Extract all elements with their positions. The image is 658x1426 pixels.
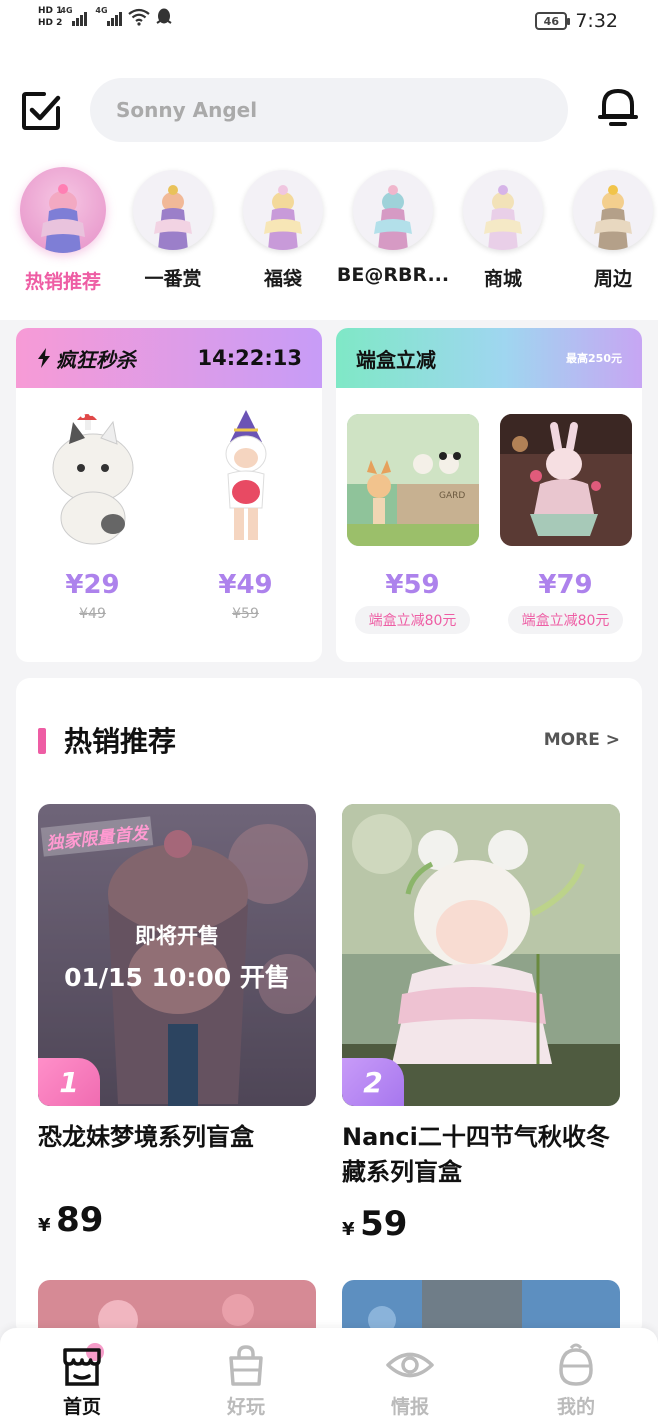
nav-home[interactable]: 首页 — [22, 1340, 142, 1419]
sale-price: ¥29 — [65, 570, 120, 600]
nav-news[interactable]: 情报 — [350, 1340, 470, 1419]
category-luckybag[interactable]: 福袋 — [228, 170, 338, 291]
search-input[interactable]: Sonny Angel — [90, 78, 568, 142]
signal-icon-1: 4G — [60, 6, 88, 26]
box-discount-note: 最高250元 — [566, 352, 622, 365]
more-link[interactable]: MORE > — [544, 730, 620, 750]
category-row: 热销推荐 一番赏 福袋 BE@RBR... 商城 周边 — [0, 167, 658, 310]
nav-fun[interactable]: 好玩 — [186, 1340, 306, 1419]
product-price: ¥ 59 — [342, 1204, 408, 1244]
rank-badge: 2 — [342, 1058, 404, 1106]
category-image — [20, 167, 106, 253]
clock: 7:32 — [575, 10, 618, 32]
hot-recommend-section: 热销推荐 MORE > 独家限量首发 即将开售 01/15 10:00 开售 1… — [16, 678, 642, 1338]
rank-badge: 1 — [38, 1058, 100, 1106]
bottom-nav: 首页 好玩 情报 我的 — [0, 1328, 658, 1426]
discount-badge: 端盒立减80元 — [354, 606, 471, 634]
shop-icon — [63, 1343, 104, 1386]
lightning-icon — [38, 348, 50, 368]
sale-price: ¥59 — [385, 570, 440, 600]
battery-icon: 46 — [535, 12, 571, 30]
flash-sale-item[interactable]: ¥29 ¥49 — [26, 408, 160, 622]
product-price: ¥ 89 — [38, 1200, 104, 1240]
nav-label: 好玩 — [226, 1396, 265, 1418]
box-discount-header: 端盒立减 最高250元 — [336, 328, 642, 388]
qq-icon — [156, 8, 172, 24]
product-image — [499, 414, 632, 546]
category-hot[interactable]: 热销推荐 — [8, 167, 118, 294]
discount-badge: 端盒立减80元 — [507, 606, 624, 634]
category-image — [243, 170, 323, 250]
category-label: 一番赏 — [144, 268, 202, 290]
category-image — [353, 170, 433, 250]
profile-icon — [559, 1343, 593, 1386]
notification-bell-icon[interactable] — [596, 86, 640, 132]
product-name: Nanci二十四节气秋收冬藏系列盲盒 — [342, 1123, 610, 1186]
product-image: 2 — [342, 804, 620, 1106]
section-accent-bar — [38, 728, 46, 754]
original-price: ¥49 — [79, 606, 106, 622]
original-price: ¥59 — [232, 606, 259, 622]
nav-label: 我的 — [556, 1396, 595, 1418]
flash-sale-title: 疯狂秒杀 — [56, 347, 136, 372]
category-mall[interactable]: 商城 — [448, 170, 558, 291]
sale-price: ¥49 — [218, 570, 273, 600]
category-bearbrick[interactable]: BE@RBR... — [336, 170, 450, 286]
sale-price: ¥79 — [538, 570, 593, 600]
category-ichiban[interactable]: 一番赏 — [118, 170, 228, 291]
product-image — [186, 408, 306, 548]
box-discount-title: 端盒立减 — [356, 347, 436, 372]
sale-time-label: 01/15 10:00 开售 — [64, 963, 290, 992]
category-merch[interactable]: 周边 — [558, 170, 658, 291]
section-title: 热销推荐 — [64, 725, 177, 758]
coming-soon-label: 即将开售 — [135, 924, 219, 948]
box-discount-item[interactable]: ¥79 端盒立减80元 — [499, 414, 633, 634]
shopping-bag-icon — [229, 1345, 263, 1386]
nav-label: 情报 — [390, 1396, 429, 1418]
flash-sale-item[interactable]: ¥49 ¥59 — [179, 408, 313, 622]
category-label: 商城 — [483, 268, 522, 290]
hd-indicator-2: HD 2 — [38, 18, 63, 28]
category-label: 周边 — [593, 268, 632, 290]
product-name: 恐龙妹梦境系列盲盒 — [38, 1123, 254, 1151]
wifi-icon — [128, 8, 151, 26]
category-image — [573, 170, 653, 250]
flash-sale-header: 疯狂秒杀 14:22:13 — [16, 328, 322, 388]
box-discount-card[interactable]: 端盒立减 最高250元 GARD ¥59 端盒立减80元 ¥79 端盒立减80元 — [336, 328, 642, 662]
header: Sonny Angel 热销推荐 一番赏 福袋 BE@RBR... 商城 周边 — [0, 48, 658, 320]
product-image: GARD — [346, 414, 479, 546]
product-image: 独家限量首发 即将开售 01/15 10:00 开售 1 — [38, 804, 316, 1106]
box-discount-item[interactable]: GARD ¥59 端盒立减80元 — [346, 414, 480, 634]
product-card[interactable]: 独家限量首发 即将开售 01/15 10:00 开售 1 恐龙妹梦境系列盲盒 — [38, 804, 316, 1155]
category-label: 热销推荐 — [24, 271, 101, 293]
category-label: BE@RBR... — [336, 264, 450, 286]
category-image — [133, 170, 213, 250]
eye-icon — [386, 1352, 434, 1378]
countdown-timer: 14:22:13 — [197, 346, 302, 370]
hd-indicator-1: HD 1 — [38, 6, 63, 16]
product-image — [33, 408, 153, 548]
nav-label: 首页 — [62, 1396, 101, 1418]
category-label: 福袋 — [263, 268, 302, 290]
status-left: HD 1 HD 2 4G 4G — [38, 6, 172, 28]
signal-icon-2: 4G — [95, 6, 123, 26]
nav-me[interactable]: 我的 — [516, 1340, 636, 1419]
status-bar: HD 1 HD 2 4G 4G 46 7:32 — [0, 0, 658, 48]
category-image — [463, 170, 543, 250]
flash-sale-card[interactable]: 疯狂秒杀 14:22:13 ¥29 ¥49 ¥49 ¥59 — [16, 328, 322, 662]
product-card[interactable]: 2 Nanci二十四节气秋收冬藏系列盲盒 — [342, 804, 620, 1190]
checkin-icon[interactable] — [20, 90, 62, 132]
svg-text:GARD: GARD — [439, 491, 465, 501]
